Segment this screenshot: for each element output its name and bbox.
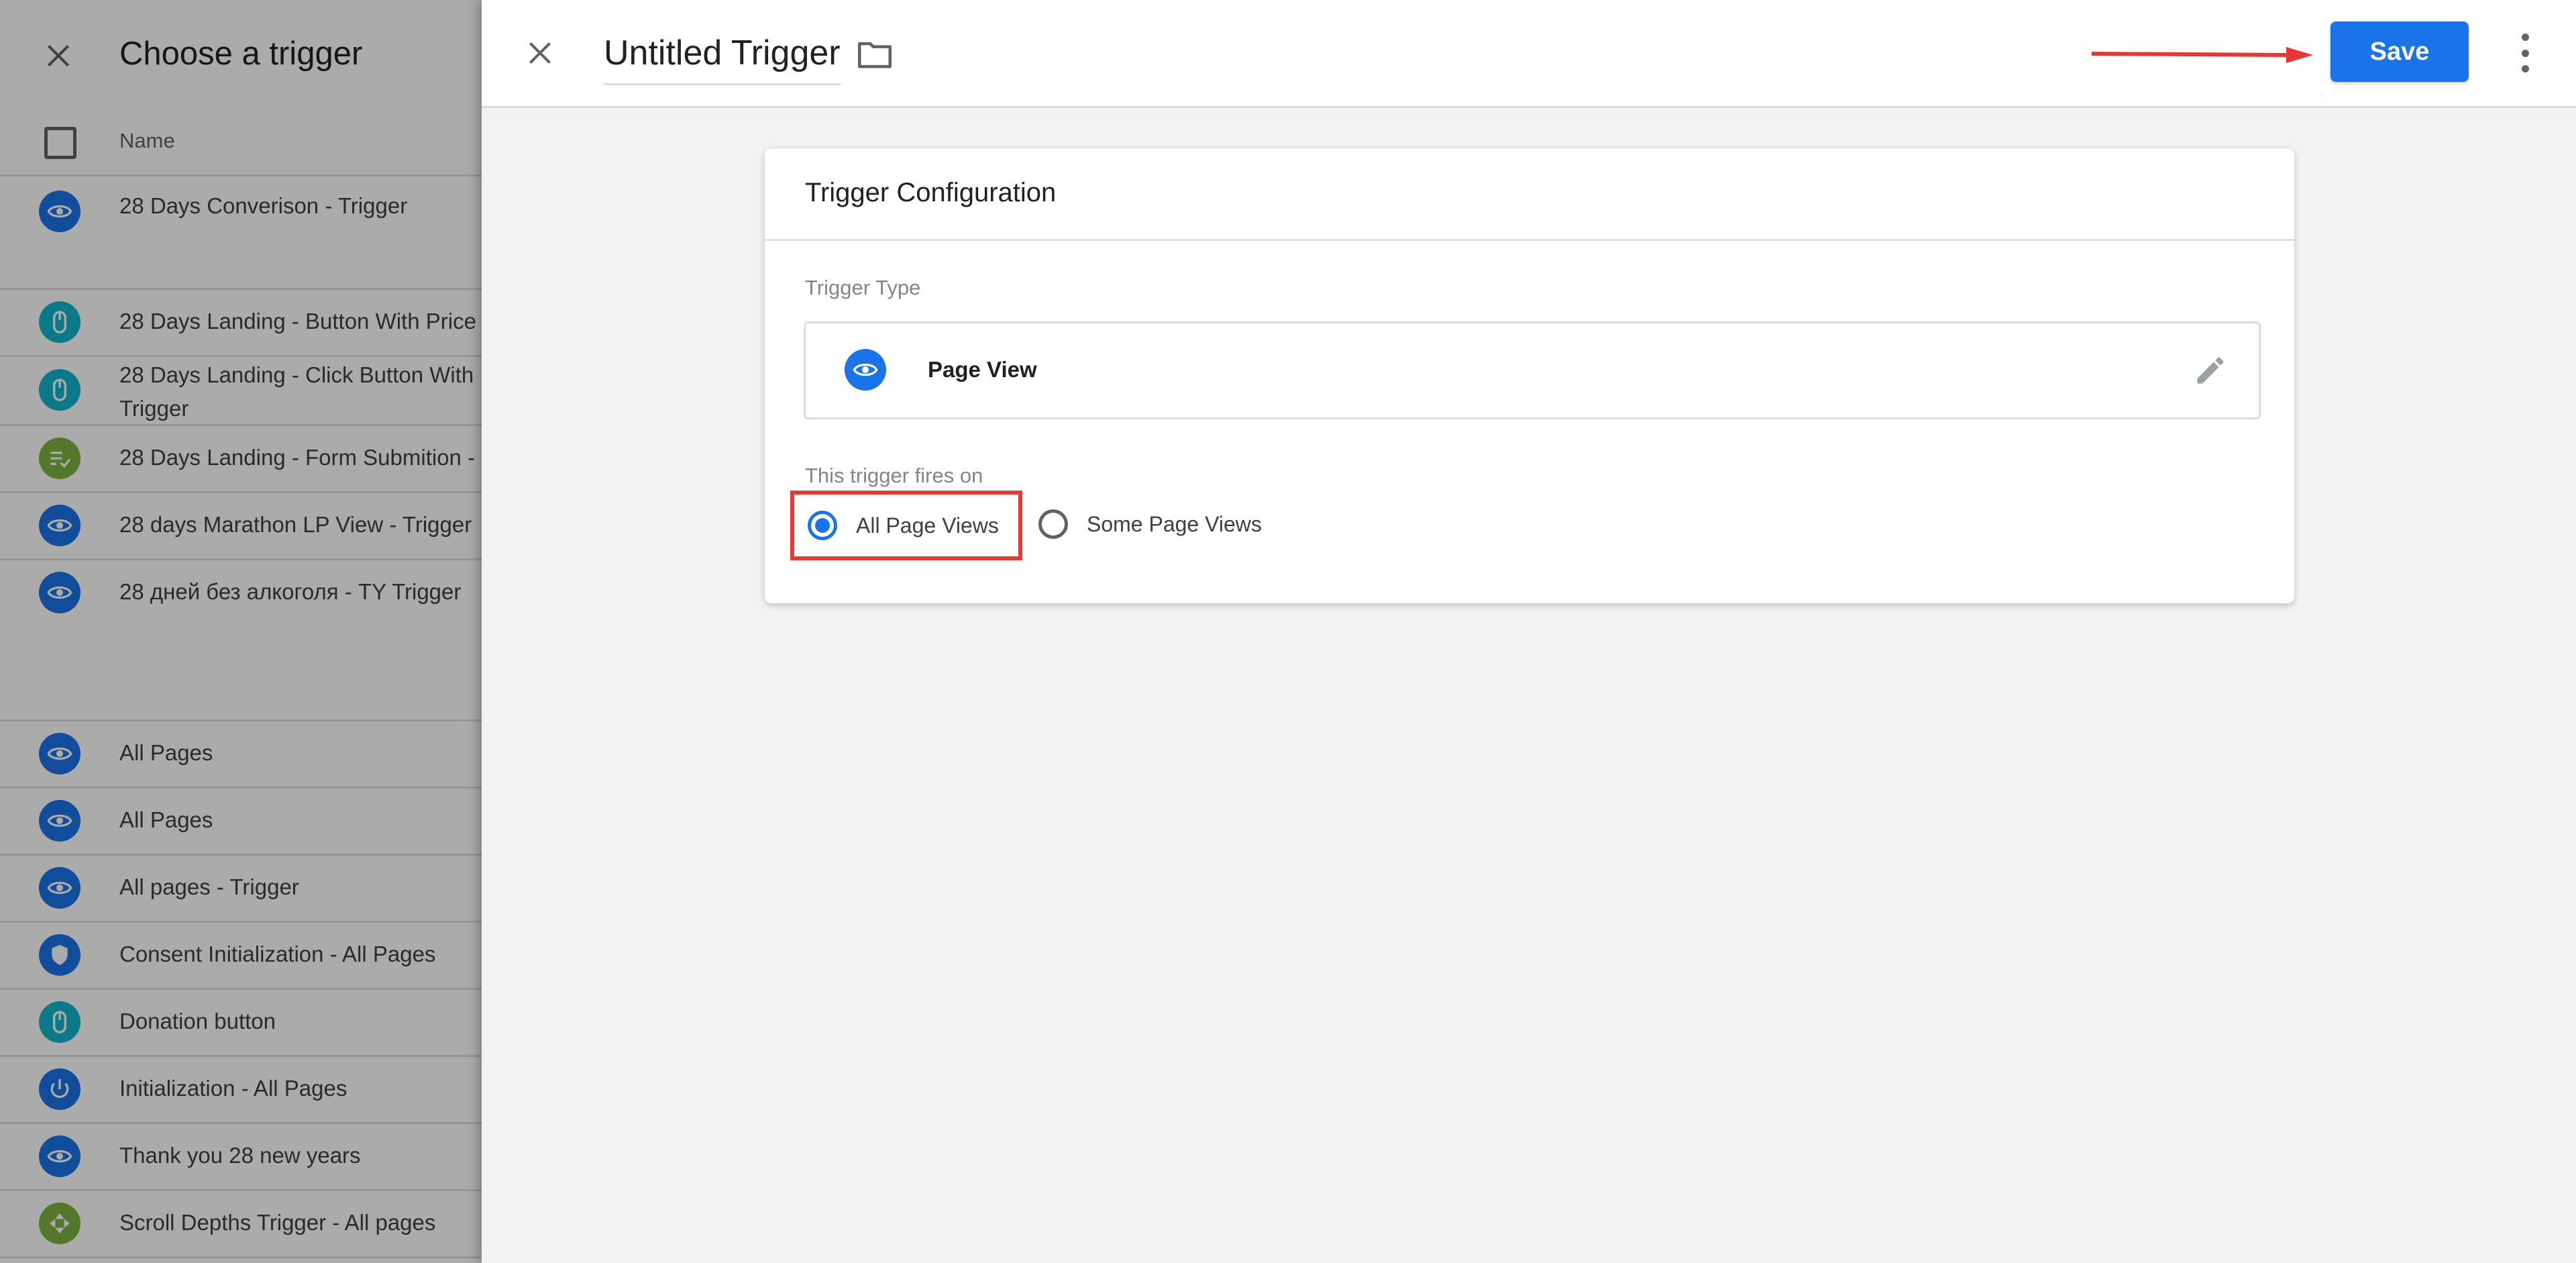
- trigger-type-label: Trigger Type: [805, 276, 921, 299]
- folder-icon[interactable]: [856, 38, 894, 71]
- radio-button[interactable]: [1038, 509, 1068, 539]
- pencil-icon[interactable]: [2193, 353, 2228, 388]
- radio-label: Some Page Views: [1087, 511, 1262, 536]
- eye-icon: [845, 349, 886, 391]
- radio-label: All Page Views: [856, 513, 999, 538]
- trigger-editor: Untitled Trigger Save Trigger Configurat…: [482, 0, 2576, 1263]
- close-icon[interactable]: [523, 36, 557, 70]
- more-options-icon[interactable]: [2512, 34, 2538, 72]
- save-button[interactable]: Save: [2330, 21, 2469, 82]
- divider: [765, 239, 2294, 241]
- trigger-configuration-card: Trigger Configuration Trigger Type Page …: [765, 148, 2294, 603]
- radio-button-selected[interactable]: [808, 511, 837, 540]
- trigger-name-input[interactable]: Untitled Trigger: [604, 30, 841, 85]
- editor-header: Untitled Trigger Save: [482, 0, 2576, 108]
- modal-backdrop[interactable]: [0, 0, 482, 1263]
- trigger-type-name: Page View: [928, 357, 1037, 382]
- radio-some-page-views[interactable]: Some Page Views: [1038, 491, 1262, 558]
- trigger-type-selector[interactable]: Page View: [804, 321, 2261, 419]
- radio-all-page-views[interactable]: All Page Views: [790, 491, 1022, 560]
- card-title: Trigger Configuration: [805, 178, 1057, 207]
- annotation-arrow: [2092, 47, 2313, 63]
- fires-on-label: This trigger fires on: [805, 464, 983, 487]
